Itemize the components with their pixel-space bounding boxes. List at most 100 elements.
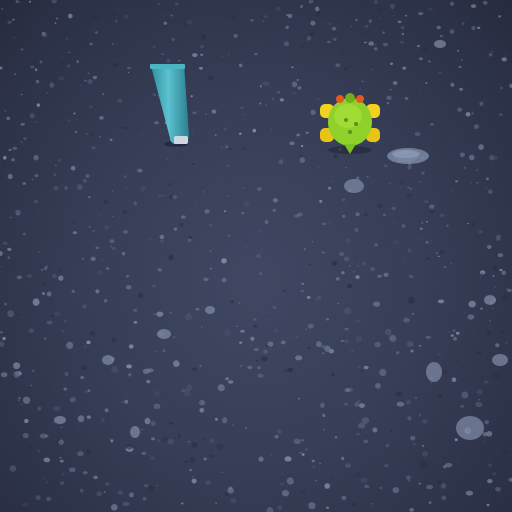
pebble xyxy=(355,212,360,217)
pebble xyxy=(209,223,213,227)
pebble xyxy=(493,155,498,160)
pebble xyxy=(316,341,322,348)
pebble xyxy=(354,256,357,259)
pebble xyxy=(20,93,23,96)
pebble xyxy=(151,284,157,288)
pebble xyxy=(255,359,259,362)
pebble xyxy=(415,397,417,399)
pebble xyxy=(476,351,482,355)
pebble xyxy=(364,484,370,489)
pebble xyxy=(80,375,85,380)
pebble xyxy=(278,159,284,165)
pebble xyxy=(361,80,364,83)
pebble xyxy=(405,399,411,405)
pebble xyxy=(304,328,307,331)
pebble xyxy=(305,131,309,134)
pebble xyxy=(83,345,87,349)
pebble xyxy=(230,498,237,504)
pebble xyxy=(373,301,381,307)
pebble xyxy=(319,199,323,203)
pebble xyxy=(79,488,84,493)
gravel-texture xyxy=(0,0,512,512)
pebble xyxy=(1,8,4,10)
pebble xyxy=(203,438,206,441)
pebble xyxy=(504,55,507,57)
pebble xyxy=(330,475,334,478)
pebble xyxy=(187,19,193,25)
pebble xyxy=(225,145,229,149)
pebble xyxy=(274,434,280,439)
pebble xyxy=(299,157,305,163)
pebble xyxy=(481,272,484,275)
pebble xyxy=(13,371,20,378)
pebble xyxy=(90,256,96,261)
pebble xyxy=(58,270,62,273)
pebble xyxy=(390,89,392,91)
pebble xyxy=(35,79,40,84)
pebble xyxy=(20,48,24,51)
pebble xyxy=(19,370,21,372)
pebble xyxy=(152,45,156,49)
pebble xyxy=(94,31,98,34)
pebble xyxy=(426,221,428,223)
pebble xyxy=(86,133,88,135)
pebble xyxy=(266,507,274,512)
pebble xyxy=(161,53,165,56)
pebble xyxy=(467,314,475,320)
pebble xyxy=(354,227,359,233)
pebble xyxy=(156,484,159,487)
pebble xyxy=(430,240,433,242)
pebble xyxy=(367,176,369,178)
pebble xyxy=(40,265,43,268)
pebble xyxy=(317,296,322,299)
pebble xyxy=(217,384,225,392)
pebble xyxy=(4,109,7,112)
pebble xyxy=(456,460,459,462)
pebble xyxy=(22,433,29,439)
pebble xyxy=(345,167,347,169)
pebble xyxy=(459,40,463,44)
pebble xyxy=(33,155,39,161)
pebble xyxy=(301,439,305,442)
pebble xyxy=(80,84,82,87)
pebble xyxy=(66,37,69,40)
pebble xyxy=(483,199,486,201)
pebble xyxy=(104,225,110,230)
pebble xyxy=(150,456,155,460)
pebble xyxy=(480,307,483,310)
pebble xyxy=(43,457,51,463)
pebble xyxy=(368,19,372,23)
pebble xyxy=(344,327,349,331)
pebble xyxy=(199,364,202,367)
pebble xyxy=(173,227,178,231)
pebble xyxy=(311,459,315,463)
pebble xyxy=(172,195,178,199)
pebble xyxy=(259,85,262,88)
pebble xyxy=(109,245,112,248)
pebble xyxy=(142,368,150,374)
pebble xyxy=(430,382,433,384)
pebble xyxy=(322,352,325,355)
pebble xyxy=(125,285,132,290)
pebble xyxy=(105,267,110,270)
pebble xyxy=(0,266,3,268)
pebble xyxy=(37,210,40,212)
pebble xyxy=(355,319,360,323)
pebble xyxy=(342,214,346,218)
pebble xyxy=(488,189,493,194)
pebble xyxy=(166,158,169,160)
pebble xyxy=(437,103,440,105)
pebble xyxy=(350,25,352,27)
pebble xyxy=(249,344,253,348)
pebble xyxy=(54,22,57,24)
pebble xyxy=(407,248,412,253)
pebble xyxy=(426,257,430,260)
pebble xyxy=(421,171,425,175)
pebble xyxy=(259,271,263,276)
pebble xyxy=(188,441,190,443)
pebble xyxy=(476,389,483,395)
pebble xyxy=(307,323,314,329)
pebble xyxy=(287,367,294,373)
pebble xyxy=(148,454,151,457)
pebble xyxy=(456,49,460,52)
